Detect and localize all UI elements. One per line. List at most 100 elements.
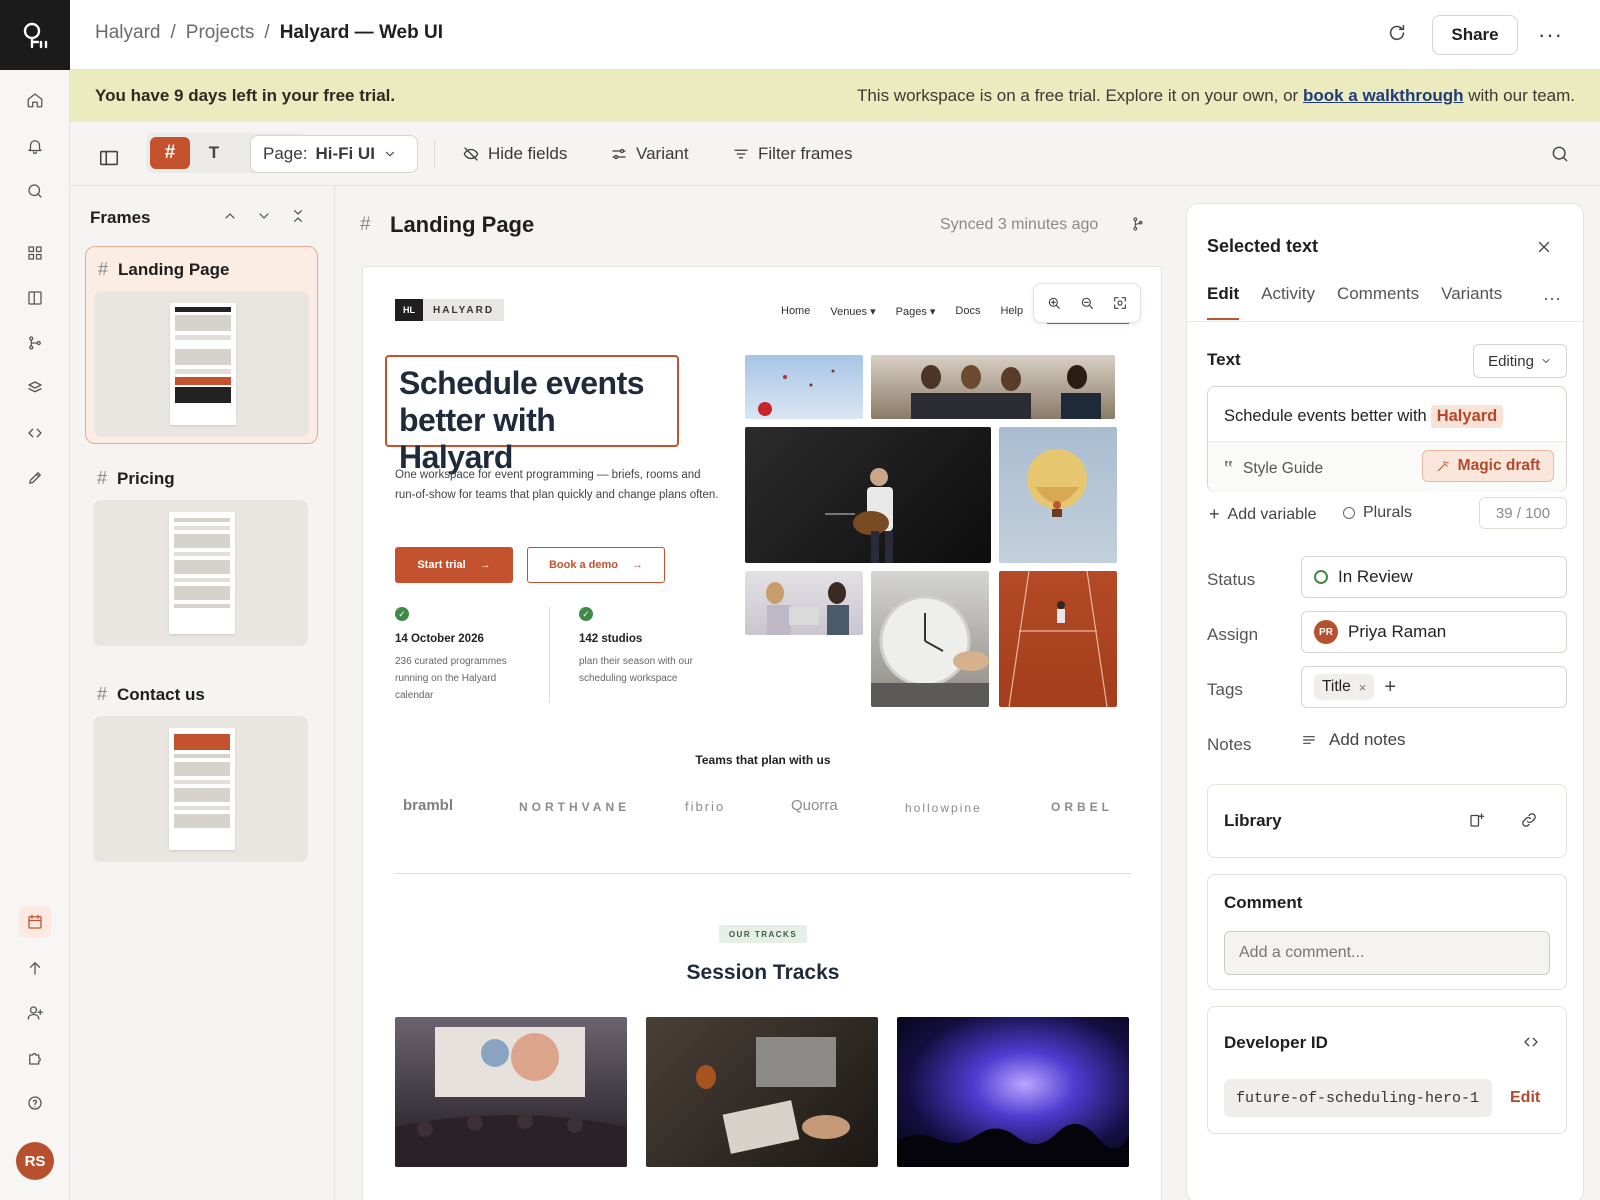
style-guide-button[interactable]: ‟ Style Guide <box>1224 458 1323 479</box>
site-nav-venues[interactable]: Venues ▾ <box>830 305 875 318</box>
edit-developer-id-button[interactable]: Edit <box>1510 1089 1540 1107</box>
close-icon[interactable] <box>1535 238 1553 256</box>
trial-info-text-end: with our team. <box>1463 86 1575 105</box>
plurals-toggle[interactable]: Plurals <box>1343 504 1412 522</box>
hero-title[interactable]: Schedule events better with Halyard <box>399 365 665 476</box>
tags-field[interactable]: Title × + <box>1301 666 1567 708</box>
assignee-select[interactable]: PR Priya Raman <box>1301 611 1567 653</box>
layers-icon[interactable] <box>19 372 51 404</box>
thumbnail-page <box>169 728 235 850</box>
remove-tag-icon[interactable]: × <box>1359 680 1367 695</box>
quote-icon: ‟ <box>1224 458 1233 478</box>
site-logo: HL HALYARD <box>395 299 505 321</box>
calendar-icon[interactable] <box>19 906 51 938</box>
text-variable-chip[interactable]: Halyard <box>1430 405 1504 428</box>
refresh-icon[interactable] <box>1386 22 1408 44</box>
text-editor[interactable]: Schedule events better with Halyard ‟ St… <box>1207 386 1567 492</box>
chevron-down-icon <box>1540 355 1552 367</box>
tab-edit[interactable]: Edit <box>1207 284 1240 320</box>
hide-fields-button[interactable]: Hide fields <box>462 136 567 172</box>
site-nav-help[interactable]: Help <box>1000 305 1023 318</box>
share-button[interactable]: Share <box>1432 15 1518 55</box>
site-nav: Home Venues ▾ Pages ▾ Docs Help <box>781 305 1023 318</box>
branch-icon[interactable] <box>1130 216 1146 232</box>
home-icon[interactable] <box>19 84 51 116</box>
frame-item-pricing[interactable]: # Pricing <box>85 456 318 654</box>
magic-draft-button[interactable]: Magic draft <box>1422 450 1554 482</box>
frame-mode-button[interactable]: # <box>150 137 190 169</box>
zoom-in-icon[interactable] <box>1046 295 1062 311</box>
page-select[interactable]: Page: Hi-Fi UI <box>250 135 418 173</box>
app-logo-icon[interactable] <box>0 0 70 70</box>
design-canvas[interactable]: # Landing Page Synced 3 minutes ago HL H… <box>336 186 1190 1200</box>
sidebar-toggle-icon[interactable] <box>98 140 120 176</box>
assignee-avatar: PR <box>1314 620 1338 644</box>
user-avatar[interactable]: RS <box>16 1142 54 1180</box>
selected-text-box[interactable]: Schedule events better with Halyard <box>385 355 679 475</box>
start-trial-label: Start trial <box>417 559 466 571</box>
photo-balloon-closeup <box>999 427 1117 563</box>
frame-item-contact-us[interactable]: # Contact us <box>85 672 318 870</box>
pencil-icon[interactable] <box>19 462 51 494</box>
inspector-title: Selected text <box>1207 236 1319 256</box>
page-select-value: Hi-Fi UI <box>315 144 375 163</box>
site-nav-docs[interactable]: Docs <box>955 305 980 318</box>
add-to-library-icon[interactable] <box>1468 811 1486 829</box>
editing-mode-select[interactable]: Editing <box>1473 344 1567 378</box>
start-trial-button[interactable]: Start trial → <box>395 547 513 583</box>
walkthrough-link[interactable]: book a walkthrough <box>1303 86 1464 105</box>
code-icon[interactable] <box>1522 1033 1540 1051</box>
tab-variants[interactable]: Variants <box>1441 284 1502 320</box>
add-user-icon[interactable] <box>19 997 51 1029</box>
search-icon[interactable] <box>19 175 51 207</box>
link-icon[interactable] <box>1520 811 1538 829</box>
more-menu-icon[interactable]: ··· <box>1543 288 1561 309</box>
more-menu-icon[interactable]: ··· <box>1538 22 1563 48</box>
style-guide-label: Style Guide <box>1243 459 1324 477</box>
chevron-down-icon[interactable] <box>256 208 272 224</box>
brand-logo: Quorra <box>791 797 838 814</box>
check-icon: ✓ <box>579 607 593 621</box>
photo-group-of-friends <box>871 355 1115 419</box>
breadcrumb-workspace[interactable]: Halyard <box>95 22 160 44</box>
book-icon[interactable] <box>19 282 51 314</box>
frames-title: Frames <box>90 208 151 227</box>
book-demo-button[interactable]: Book a demo → <box>527 547 665 583</box>
grid-icon[interactable] <box>19 237 51 269</box>
hero-description[interactable]: One workspace for event programming — br… <box>395 465 723 505</box>
text-mode-button[interactable]: T <box>194 137 234 169</box>
upload-icon[interactable] <box>19 952 51 984</box>
tab-activity[interactable]: Activity <box>1261 284 1315 320</box>
variant-button[interactable]: Variant <box>610 136 689 172</box>
site-nav-pages[interactable]: Pages ▾ <box>896 305 936 318</box>
frame-item-landing-page[interactable]: # Landing Page <box>85 246 318 444</box>
tab-comments[interactable]: Comments <box>1337 284 1419 320</box>
branch-icon[interactable] <box>19 327 51 359</box>
add-notes-button[interactable]: Add notes <box>1301 730 1406 750</box>
code-icon[interactable] <box>19 417 51 449</box>
status-select[interactable]: In Review <box>1301 556 1567 598</box>
add-tag-icon[interactable]: + <box>1384 676 1396 699</box>
site-nav-home[interactable]: Home <box>781 305 810 318</box>
photo-tennis-court <box>999 571 1117 707</box>
artboard-landing-page[interactable]: HL HALYARD Home Venues ▾ Pages ▾ Docs He… <box>362 266 1162 1200</box>
inspector-panel: Selected text Edit Activity Comments Var… <box>1186 203 1584 1200</box>
breadcrumb-projects[interactable]: Projects <box>186 22 255 44</box>
library-card: Library <box>1207 784 1567 858</box>
collapse-icon[interactable] <box>290 208 306 224</box>
comment-input[interactable] <box>1224 931 1550 975</box>
section-divider <box>395 873 1131 874</box>
bell-icon[interactable] <box>19 130 51 162</box>
stat-item: ✓ 142 studios plan their season with our… <box>579 607 697 687</box>
zoom-out-icon[interactable] <box>1079 295 1095 311</box>
add-variable-button[interactable]: + Add variable <box>1209 504 1316 525</box>
chevron-up-icon[interactable] <box>222 208 238 224</box>
frame-name-label: Contact us <box>117 684 205 704</box>
fit-to-screen-icon[interactable] <box>1112 295 1128 311</box>
puzzle-icon[interactable] <box>19 1042 51 1074</box>
sliders-icon <box>610 145 628 163</box>
search-icon[interactable] <box>1550 144 1570 164</box>
filter-frames-button[interactable]: Filter frames <box>732 136 852 172</box>
text-value[interactable]: Schedule events better with Halyard <box>1224 405 1504 428</box>
help-icon[interactable] <box>19 1087 51 1119</box>
